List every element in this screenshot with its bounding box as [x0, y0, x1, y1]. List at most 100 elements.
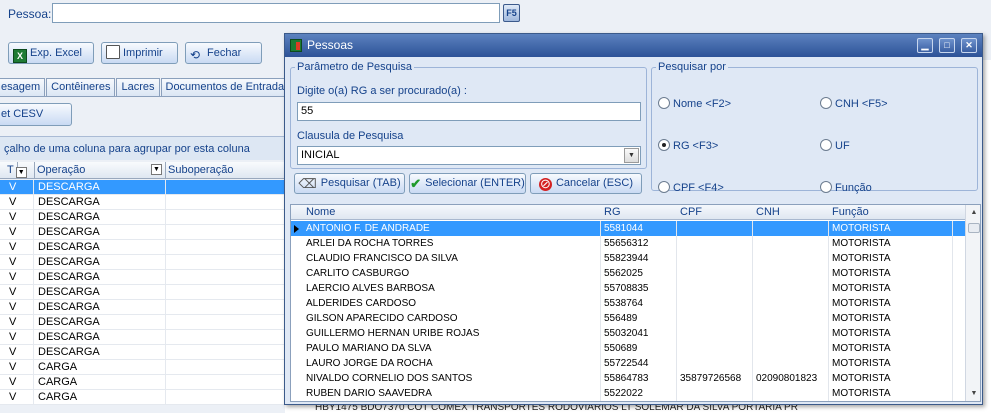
table-row[interactable]: V DESCARGA — [0, 225, 285, 240]
cell-suboperacao — [166, 240, 285, 255]
list-item[interactable]: ALDERIDES CARDOSO 5538764 MOTORISTA — [291, 296, 965, 311]
list-item[interactable]: GILSON APARECIDO CARDOSO 556489 MOTORISTA — [291, 311, 965, 326]
cell-cnh — [753, 326, 829, 341]
table-row[interactable]: V CARGA — [0, 375, 285, 390]
list-item[interactable]: NIVALDO CORNELIO DOS SANTOS 55864783 35879… — [291, 371, 965, 386]
table-row[interactable]: V DESCARGA — [0, 315, 285, 330]
row-indicator — [291, 266, 303, 281]
column-header-t[interactable]: T ▼ — [5, 162, 35, 179]
print-button[interactable]: Imprimir — [101, 42, 178, 64]
table-row[interactable]: V DESCARGA — [0, 180, 285, 195]
list-item[interactable]: GUILLERMO HERNAN URIBE ROJAS 55032041 MOTO… — [291, 326, 965, 341]
vertical-scrollbar[interactable]: ▲ ▼ — [965, 205, 980, 401]
cell-cnh — [753, 311, 829, 326]
back-arrow-icon: ⟲ — [190, 48, 201, 62]
table-row[interactable]: V DESCARGA — [0, 345, 285, 360]
export-excel-label: Exp. Excel — [30, 47, 82, 59]
pessoa-input[interactable] — [52, 3, 500, 23]
column-header-cnh[interactable]: CNH — [753, 205, 780, 220]
select-button[interactable]: ✔ Selecionar (ENTER) — [409, 173, 526, 194]
tab-pesagem[interactable]: esagem — [0, 78, 46, 96]
search-button[interactable]: ⌫ Pesquisar (TAB) — [294, 173, 405, 194]
close-button[interactable]: ⟲ Fechar — [185, 42, 262, 64]
scroll-down-icon[interactable]: ▼ — [967, 387, 980, 401]
search-clause-select[interactable]: INICIAL ▼ — [297, 146, 641, 165]
dialog-title-bar[interactable]: Pessoas ▁ □ ✕ — [285, 34, 982, 57]
cell-t: V — [0, 225, 34, 240]
search-value-input[interactable]: 55 — [297, 102, 641, 121]
dialog-title: Pessoas — [307, 38, 354, 52]
table-row[interactable]: V DESCARGA — [0, 255, 285, 270]
results-grid-rows: ANTONIO F. DE ANDRADE 5581044 MOTORISTA ARL… — [291, 221, 965, 401]
list-item[interactable]: ANTONIO F. DE ANDRADE 5581044 MOTORISTA — [291, 221, 965, 236]
row-indicator — [291, 326, 303, 341]
cell-operacao: DESCARGA — [35, 285, 166, 300]
cell-operacao: CARGA — [35, 375, 166, 390]
radio-nome[interactable]: Nome <F2> — [658, 97, 731, 110]
table-row[interactable]: V DESCARGA — [0, 300, 285, 315]
table-row[interactable]: V DESCARGA — [0, 330, 285, 345]
radio-cpf-label: CPF <F4> — [673, 182, 724, 194]
export-excel-button[interactable]: X Exp. Excel — [8, 42, 94, 64]
tab-lacres[interactable]: Lacres — [116, 78, 160, 96]
scroll-thumb[interactable] — [968, 223, 980, 233]
cell-cpf: 35879726568 — [677, 371, 753, 386]
table-row[interactable]: V CARGA — [0, 360, 285, 375]
f5-lookup-button[interactable]: F5 — [503, 4, 520, 22]
column-header-suboperacao[interactable]: Suboperação — [166, 162, 285, 179]
close-icon[interactable]: ✕ — [961, 38, 977, 53]
cell-cpf — [677, 266, 753, 281]
cell-suboperacao — [166, 315, 285, 330]
cancel-button[interactable]: ⊘ Cancelar (ESC) — [530, 173, 642, 194]
list-item[interactable]: LAERCIO ALVES BARBOSA 55708835 MOTORISTA — [291, 281, 965, 296]
list-item[interactable]: LAURO JORGE DA ROCHA 55722544 MOTORISTA — [291, 356, 965, 371]
list-item[interactable]: CARLITO CASBURGO 5562025 MOTORISTA — [291, 266, 965, 281]
radio-button-icon — [820, 97, 832, 109]
radio-funcao[interactable]: Função — [820, 181, 872, 194]
column-header-funcao[interactable]: Função — [829, 205, 869, 220]
cell-suboperacao — [166, 300, 285, 315]
table-row[interactable]: V DESCARGA — [0, 240, 285, 255]
scroll-up-icon[interactable]: ▲ — [967, 206, 980, 220]
list-item[interactable]: PAULO MARIANO DA SLVA 550689 MOTORISTA — [291, 341, 965, 356]
radio-rg[interactable]: RG <F3> — [658, 139, 718, 152]
row-indicator — [291, 281, 303, 296]
tab-documentos-entrada[interactable]: Documentos de Entrada — [160, 78, 290, 96]
filter-dropdown-icon[interactable]: ▼ — [15, 167, 27, 178]
cell-suboperacao — [166, 390, 285, 405]
table-row[interactable]: V DESCARGA — [0, 270, 285, 285]
cell-rg: 55864783 — [601, 371, 677, 386]
radio-button-icon — [658, 181, 670, 193]
cell-nome: GUILLERMO HERNAN URIBE ROJAS — [303, 326, 601, 341]
cell-suboperacao — [166, 255, 285, 270]
cell-rg: 55656312 — [601, 236, 677, 251]
filter-dropdown-icon[interactable]: ▼ — [151, 164, 162, 175]
column-header-rg[interactable]: RG — [601, 205, 621, 220]
table-row[interactable]: V CARGA — [0, 390, 285, 405]
table-row[interactable]: V DESCARGA — [0, 195, 285, 210]
column-header-operacao[interactable]: Operação ▼ — [35, 162, 166, 179]
cell-suboperacao — [166, 270, 285, 285]
cesv-button[interactable]: et CESV — [0, 103, 72, 126]
minimize-icon[interactable]: ▁ — [917, 38, 933, 53]
cell-cnh — [753, 221, 829, 236]
pessoa-label: Pessoa: — [8, 7, 52, 21]
radio-cpf[interactable]: CPF <F4> — [658, 181, 724, 194]
list-item[interactable]: CLAUDIO FRANCISCO DA SILVA 55823944 MOTORI… — [291, 251, 965, 266]
list-item[interactable]: RUBEN DARIO SAAVEDRA 5522022 MOTORISTA — [291, 386, 965, 401]
table-row[interactable]: V DESCARGA — [0, 210, 285, 225]
cell-suboperacao — [166, 345, 285, 360]
list-item[interactable]: ARLEI DA ROCHA TORRES 55656312 MOTORISTA — [291, 236, 965, 251]
column-header-cpf[interactable]: CPF — [677, 205, 702, 220]
tab-conteineres[interactable]: Contêineres — [46, 78, 116, 96]
chevron-down-icon[interactable]: ▼ — [624, 148, 639, 163]
group-by-hint: çalho de uma coluna para agrupar por est… — [0, 136, 285, 160]
maximize-icon[interactable]: □ — [939, 38, 955, 53]
radio-uf[interactable]: UF — [820, 139, 850, 152]
column-header-nome[interactable]: Nome — [303, 205, 335, 220]
table-row[interactable]: V DESCARGA — [0, 285, 285, 300]
cell-t: V — [0, 375, 34, 390]
radio-cnh[interactable]: CNH <F5> — [820, 97, 888, 110]
cell-rg: 55708835 — [601, 281, 677, 296]
radio-button-icon — [820, 139, 832, 151]
